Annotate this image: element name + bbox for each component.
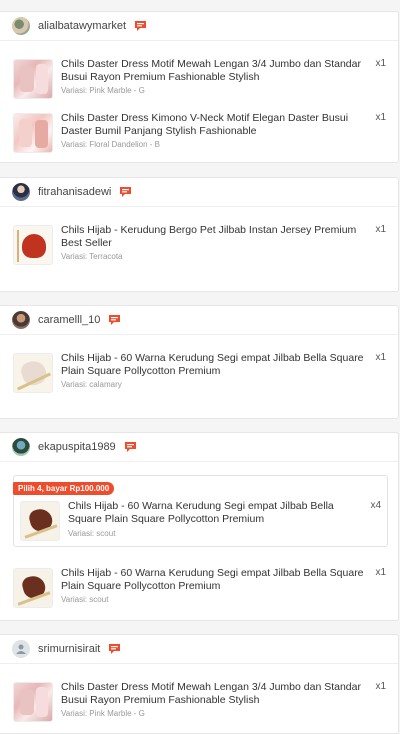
- order-card-caramelll_10: caramelll_10 Chils Hijab - 60 Warna Keru…: [0, 305, 399, 419]
- chat-icon[interactable]: [134, 20, 147, 32]
- chat-icon[interactable]: [124, 441, 137, 453]
- product-image[interactable]: [13, 353, 53, 393]
- avatar[interactable]: [12, 183, 30, 201]
- shop-header[interactable]: caramelll_10: [0, 306, 398, 335]
- list-item[interactable]: Chils Hijab - Kerudung Bergo Pet Jilbab …: [0, 218, 398, 272]
- item-quantity: x1: [375, 224, 386, 235]
- product-image[interactable]: [13, 225, 53, 265]
- item-title[interactable]: Chils Daster Dress Motif Mewah Lengan 3/…: [61, 58, 370, 84]
- item-quantity: x4: [370, 500, 381, 511]
- item-quantity: x1: [375, 352, 386, 363]
- item-quantity: x1: [375, 112, 386, 123]
- bundle-promo-badge[interactable]: Pilih 4, bayar Rp100.000: [13, 482, 115, 495]
- bundle-promo-box[interactable]: Pilih 4, bayar Rp100.000 Chils Hijab - 6…: [13, 475, 388, 547]
- order-card-srimurnisirait: srimurnisirait Chils Daster Dress Motif …: [0, 634, 399, 734]
- list-item[interactable]: Chils Hijab - 60 Warna Kerudung Segi emp…: [0, 346, 398, 400]
- shop-header[interactable]: fitrahanisadewi: [0, 178, 398, 207]
- order-card-fitrahanisadewi: fitrahanisadewi Chils Hijab - Kerudung B…: [0, 177, 399, 292]
- item-title[interactable]: Chils Daster Dress Kimono V-Neck Motif E…: [61, 112, 370, 138]
- shop-username[interactable]: alialbatawymarket: [38, 20, 126, 32]
- order-card-alialbatawymarket: alialbatawymarket Chils Daster Dress Mot…: [0, 11, 399, 163]
- avatar[interactable]: [12, 438, 30, 456]
- item-quantity: x1: [375, 681, 386, 692]
- product-image[interactable]: [20, 501, 60, 541]
- list-item[interactable]: Chils Daster Dress Motif Mewah Lengan 3/…: [0, 52, 398, 106]
- chat-icon[interactable]: [108, 643, 121, 655]
- shop-header[interactable]: srimurnisirait: [0, 635, 398, 664]
- shop-username[interactable]: caramelll_10: [38, 314, 100, 326]
- shop-username[interactable]: fitrahanisadewi: [38, 186, 111, 198]
- item-variant: Variasi: Pink Marble - G: [61, 709, 145, 718]
- item-variant: Variasi: Terracota: [61, 252, 123, 261]
- item-title[interactable]: Chils Hijab - 60 Warna Kerudung Segi emp…: [61, 352, 370, 378]
- default-user-icon: [16, 644, 26, 654]
- list-item[interactable]: Chils Daster Dress Motif Mewah Lengan 3/…: [0, 675, 398, 729]
- avatar[interactable]: [12, 17, 30, 35]
- avatar[interactable]: [12, 640, 30, 658]
- shop-username[interactable]: srimurnisirait: [38, 643, 100, 655]
- item-title[interactable]: Chils Hijab - Kerudung Bergo Pet Jilbab …: [61, 224, 370, 250]
- item-title[interactable]: Chils Hijab - 60 Warna Kerudung Segi emp…: [68, 500, 361, 526]
- list-item[interactable]: Chils Daster Dress Kimono V-Neck Motif E…: [0, 106, 398, 160]
- shop-header[interactable]: alialbatawymarket: [0, 12, 398, 41]
- product-image[interactable]: [13, 59, 53, 99]
- product-image[interactable]: [13, 682, 53, 722]
- item-title[interactable]: Chils Daster Dress Motif Mewah Lengan 3/…: [61, 681, 370, 707]
- item-title[interactable]: Chils Hijab - 60 Warna Kerudung Segi emp…: [61, 567, 370, 593]
- avatar[interactable]: [12, 311, 30, 329]
- item-quantity: x1: [375, 567, 386, 578]
- item-variant: Variasi: scout: [61, 595, 109, 604]
- chat-icon[interactable]: [108, 314, 121, 326]
- order-card-ekapuspita1989: ekapuspita1989 Pilih 4, bayar Rp100.000 …: [0, 432, 399, 621]
- item-variant: Variasi: scout: [68, 529, 116, 538]
- chat-icon[interactable]: [119, 186, 132, 198]
- item-variant: Variasi: Floral Dandelion - B: [61, 140, 161, 149]
- shop-header[interactable]: ekapuspita1989: [0, 433, 398, 462]
- product-image[interactable]: [13, 568, 53, 608]
- item-quantity: x1: [375, 58, 386, 69]
- item-variant: Variasi: Pink Marble - G: [61, 86, 145, 95]
- list-item[interactable]: Chils Hijab - 60 Warna Kerudung Segi emp…: [0, 561, 398, 615]
- product-image[interactable]: [13, 113, 53, 153]
- item-variant: Variasi: calamary: [61, 380, 122, 389]
- shop-username[interactable]: ekapuspita1989: [38, 441, 116, 453]
